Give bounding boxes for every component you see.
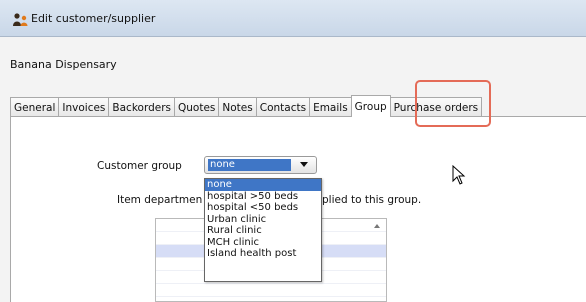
tab-general[interactable]: General [10,97,60,117]
dropdown-option-none[interactable]: none [205,179,321,191]
tab-bar: General Invoices Backorders Quotes Notes… [10,95,483,117]
tab-invoices[interactable]: Invoices [58,97,110,117]
chevron-down-icon[interactable] [300,162,308,167]
window-title: Edit customer/supplier [31,12,156,25]
tab-group[interactable]: Group [350,95,391,117]
item-departments-label: Item departmen [117,194,203,206]
tab-contacts[interactable]: Contacts [255,97,311,117]
dropdown-option-hospital-large[interactable]: hospital >50 beds [205,191,321,203]
customer-group-select[interactable]: none [204,156,317,174]
dropdown-option-rural-clinic[interactable]: Rural clinic [205,225,321,237]
scroll-up-icon[interactable] [374,224,380,228]
customer-group-value: none [208,159,291,171]
tab-emails[interactable]: Emails [309,97,352,117]
customer-name: Banana Dispensary [10,58,117,71]
mouse-cursor-icon [452,165,466,185]
tab-backorders[interactable]: Backorders [108,97,175,117]
dropdown-option-island-health-post[interactable]: Island health post [205,248,321,260]
title-bar: Edit customer/supplier [0,0,586,37]
customer-group-dropdown[interactable]: none hospital >50 beds hospital <50 beds… [204,178,322,282]
tab-quotes[interactable]: Quotes [174,97,220,117]
list-row[interactable] [156,284,386,297]
customer-group-label: Customer group [97,160,182,172]
dropdown-option-mch-clinic[interactable]: MCH clinic [205,237,321,249]
dropdown-option-urban-clinic[interactable]: Urban clinic [205,214,321,226]
item-departments-label-suffix: plied to this group. [322,194,422,206]
app-icon [13,13,28,26]
tab-purchase-orders[interactable]: Purchase orders [389,97,483,117]
dropdown-option-hospital-small[interactable]: hospital <50 beds [205,202,321,214]
tab-notes[interactable]: Notes [218,97,257,117]
